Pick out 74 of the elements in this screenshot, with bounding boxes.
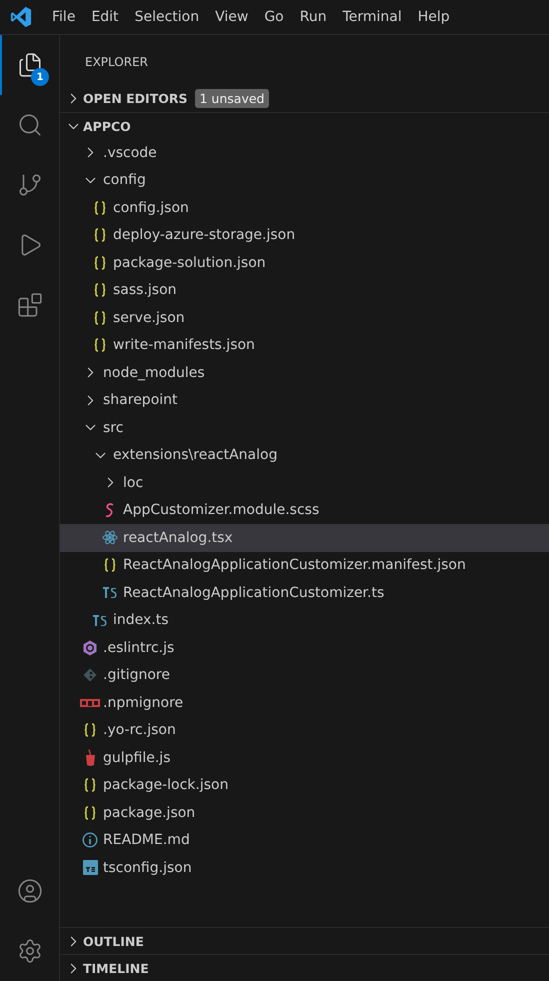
braces-icon (94, 338, 106, 352)
tree-item[interactable]: serve.json (60, 304, 549, 332)
braces-icon (94, 228, 106, 242)
blocks-icon (16, 292, 42, 318)
tree-item[interactable]: package-solution.json (60, 249, 549, 276)
menu-item[interactable]: Selection (126, 9, 208, 25)
branch-icon (16, 172, 42, 198)
diamond-icon (83, 668, 97, 682)
app-logo-icon (10, 6, 32, 28)
tree-item[interactable]: README.md (60, 826, 549, 854)
folder-item[interactable]: config (60, 166, 549, 194)
folder-item[interactable]: .vscode (60, 139, 549, 166)
ts-file-icon (93, 614, 107, 626)
activity-bar-item[interactable]: 1 (0, 35, 59, 95)
tree-item[interactable]: ReactAnalogApplicationCustomizer.ts (60, 579, 549, 606)
search-icon (16, 112, 42, 138)
tree-item[interactable]: package-lock.json (60, 772, 549, 799)
cup-icon (84, 748, 96, 767)
braces-icon (84, 778, 96, 792)
section-header[interactable]: OPEN EDITORS 1 unsaved (60, 85, 549, 112)
braces-icon (84, 723, 96, 738)
menu-item[interactable]: View (207, 9, 256, 25)
tree-item[interactable]: .eslintrc.js (60, 634, 549, 662)
tree-item[interactable]: .npmignore (60, 689, 549, 716)
section-label: APPCO (83, 118, 131, 134)
menu-item[interactable]: Go (256, 9, 292, 25)
hexagon-icon (82, 640, 98, 656)
atom-icon (102, 530, 118, 546)
folder-item[interactable]: node_modules (60, 359, 549, 386)
section-header[interactable]: APPCO (60, 112, 549, 139)
section-header[interactable]: OUTLINE (60, 927, 549, 954)
tree-item[interactable]: reactAnalog.tsx (60, 524, 549, 552)
settings-icon (16, 938, 42, 964)
sidebar-title: EXPLORER (84, 54, 149, 70)
tree-item[interactable]: .gitignore (60, 662, 549, 689)
tree-item[interactable]: AppCustomizer.module.scss (60, 496, 549, 524)
menu-item[interactable]: File (44, 9, 84, 25)
braces-icon (94, 256, 106, 270)
folder-item[interactable]: src (60, 414, 549, 442)
tree-item[interactable]: gulpfile.js (60, 744, 549, 772)
tsconfig-icon (82, 860, 98, 876)
tree-item[interactable]: write-manifests.json (60, 332, 549, 359)
menu-item[interactable]: Edit (83, 9, 127, 25)
braces-icon (104, 558, 116, 572)
section-label: OPEN EDITORS (83, 91, 188, 106)
scss-icon (105, 502, 115, 518)
tree-item[interactable]: ReactAnalogApplicationCustomizer.manifest.json (60, 552, 549, 579)
user-icon (16, 878, 42, 904)
braces-icon (94, 200, 106, 215)
tree-item[interactable]: config.json (60, 194, 549, 222)
menu-item[interactable]: Terminal (334, 9, 410, 25)
npm-icon (80, 698, 100, 707)
unsaved-badge: 1 unsaved (194, 89, 270, 108)
tree-item[interactable]: tsconfig.json (60, 854, 549, 882)
folder-item[interactable]: sharepoint (60, 386, 549, 414)
braces-icon (94, 283, 106, 298)
files-icon (16, 52, 42, 78)
tree-item[interactable]: deploy-azure-storage.json (60, 222, 549, 249)
folder-item[interactable]: loc (60, 469, 549, 496)
menu-item[interactable]: Run (292, 9, 335, 25)
menu-item[interactable]: Help (410, 9, 458, 25)
folder-item[interactable]: extensions\reactAnalog (60, 442, 549, 469)
tree-item[interactable]: sass.json (60, 276, 549, 304)
braces-icon (84, 806, 96, 820)
ts-file-icon (103, 587, 117, 598)
tree-item[interactable]: index.ts (60, 606, 549, 634)
section-label: TIMELINE (83, 960, 149, 976)
braces-icon (94, 310, 106, 325)
notification-badge: 1 (31, 68, 49, 86)
section-header[interactable]: TIMELINE (60, 954, 549, 981)
tree-item[interactable]: .yo-rc.json (60, 716, 549, 744)
section-label: OUTLINE (83, 934, 144, 948)
tree-item[interactable]: package.json (60, 799, 549, 826)
info-icon (82, 832, 98, 848)
